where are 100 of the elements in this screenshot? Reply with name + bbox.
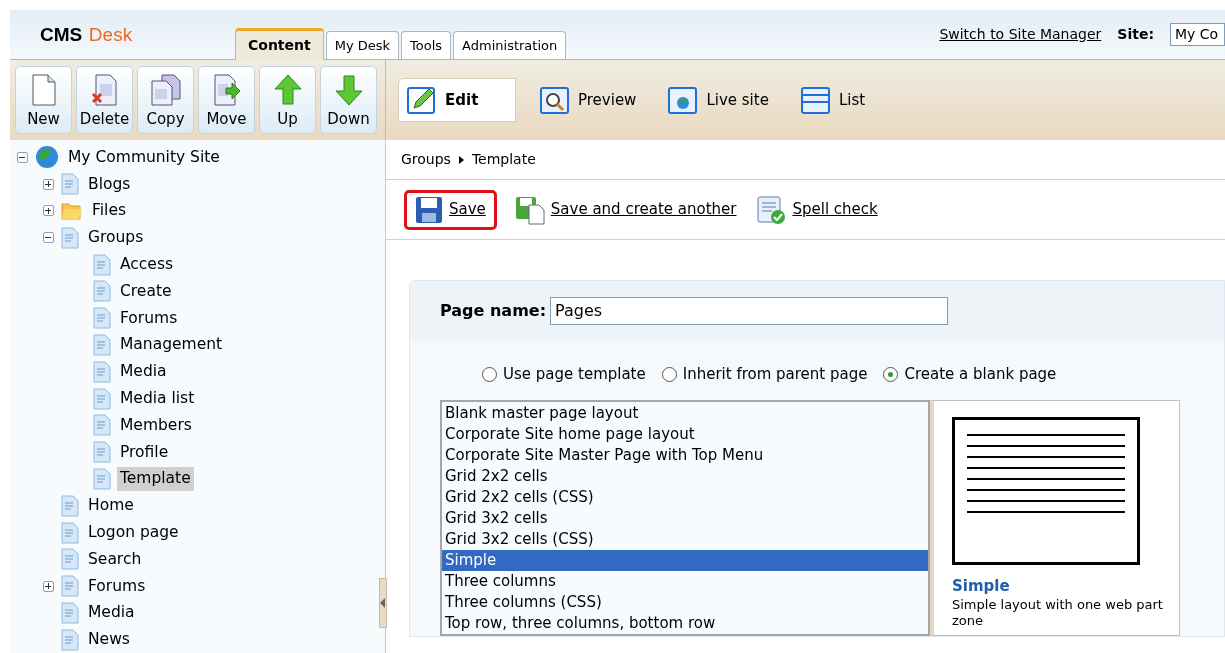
page-icon xyxy=(93,333,111,356)
layout-preview-title: Simple xyxy=(952,575,1011,597)
radio-button[interactable] xyxy=(482,366,497,382)
tree-item[interactable]: Forums xyxy=(85,574,149,598)
pencil-icon xyxy=(407,86,437,114)
page-icon xyxy=(61,575,79,598)
separator-arrow-icon xyxy=(458,155,464,164)
save-document-icon xyxy=(514,194,545,225)
layout-option[interactable]: Top row, three columns, bottom row xyxy=(442,612,928,634)
view-tab[interactable]: Preview xyxy=(532,78,645,122)
action-link[interactable]: Save xyxy=(404,189,497,230)
page-icon xyxy=(61,628,79,651)
layout-option[interactable]: Grid 2x2 cells (CSS) xyxy=(442,486,928,508)
layout-list[interactable] xyxy=(440,399,930,636)
tree-item[interactable]: Media list xyxy=(117,386,198,411)
action-link[interactable]: Save and create another xyxy=(512,194,739,225)
layout-option[interactable]: Simple xyxy=(442,549,928,571)
collapse-toggle[interactable] xyxy=(16,151,28,163)
new-page-icon xyxy=(30,73,57,106)
layout-option[interactable]: Grid 3x2 cells xyxy=(442,507,928,529)
globe-window-icon xyxy=(668,86,699,114)
toolbar-button[interactable]: Delete xyxy=(76,66,133,134)
tree-item[interactable]: Management xyxy=(117,333,226,357)
copy-pages-icon xyxy=(149,73,182,106)
tree-item[interactable]: Members xyxy=(117,413,195,437)
magnifier-icon xyxy=(540,86,570,114)
view-tab[interactable]: Live site xyxy=(660,78,777,122)
tree-item[interactable]: Groups xyxy=(85,226,147,250)
move-page-icon xyxy=(211,73,242,106)
layout-option[interactable]: Corporate Site Master Page with Top Menu xyxy=(442,444,928,466)
tree-item[interactable]: Blogs xyxy=(85,172,134,196)
delete-page-icon xyxy=(90,73,119,106)
page-icon xyxy=(61,521,79,544)
page-icon xyxy=(93,467,111,490)
spell-check-icon xyxy=(756,194,787,225)
tree-item[interactable]: Create xyxy=(117,279,175,303)
tree-item[interactable]: Home xyxy=(85,494,137,518)
view-tab[interactable]: List xyxy=(792,78,874,122)
up-arrow-icon xyxy=(272,73,303,106)
breadcrumb-item[interactable]: Groups xyxy=(401,149,451,170)
layout-option[interactable]: Three columns xyxy=(442,570,928,592)
tab[interactable]: Content xyxy=(235,28,324,60)
layout-option[interactable]: Three columns (CSS) xyxy=(442,591,928,613)
tree-item[interactable]: Profile xyxy=(117,440,172,464)
list-window-icon xyxy=(800,86,831,114)
layout-option[interactable]: Grid 3x2 cells (CSS) xyxy=(442,528,928,550)
tree-item[interactable]: Logon page xyxy=(85,520,182,545)
toolbar-button[interactable]: Up xyxy=(259,66,316,134)
toolbar-button[interactable]: New xyxy=(15,66,72,134)
site-label: Site: xyxy=(1117,25,1154,44)
tree-item[interactable]: Media xyxy=(117,360,170,384)
logo-text: CMS xyxy=(40,23,83,45)
toolbar-button[interactable]: Down xyxy=(320,66,377,134)
folder-icon xyxy=(61,201,83,221)
page-icon xyxy=(93,307,111,330)
view-tab[interactable]: Edit xyxy=(398,78,516,122)
collapse-toggle[interactable] xyxy=(42,232,54,244)
radio-label: Create a blank page xyxy=(904,364,1057,385)
layout-option[interactable]: Blank master page layout xyxy=(442,402,928,424)
tree-item[interactable]: My Community Site xyxy=(65,145,223,169)
layout-preview-description: Simple layout with one web part zone xyxy=(952,597,1164,629)
tree-item[interactable]: Search xyxy=(85,547,145,571)
tree-item[interactable]: News xyxy=(85,628,133,652)
radio-label: Use page template xyxy=(503,364,646,385)
action-link[interactable]: Spell check xyxy=(754,194,880,225)
tab[interactable]: Tools xyxy=(401,31,452,59)
page-name-label: Page name: xyxy=(440,300,547,322)
globe-icon xyxy=(35,145,59,170)
tree-item[interactable]: Forums xyxy=(117,306,181,330)
expand-toggle[interactable] xyxy=(42,205,54,217)
breadcrumb-item[interactable]: Template xyxy=(471,149,536,170)
radio-label: Inherit from parent page xyxy=(682,364,868,385)
switch-site-manager-link[interactable]: Switch to Site Manager xyxy=(939,24,1102,45)
tree-item[interactable]: Media xyxy=(85,601,138,625)
tree-item[interactable]: Files xyxy=(89,199,129,223)
page-icon xyxy=(61,173,79,196)
layout-option[interactable]: Grid 2x2 cells xyxy=(442,465,928,487)
tab[interactable]: Administration xyxy=(453,31,567,59)
toolbar-button[interactable]: Move xyxy=(198,66,255,134)
site-select[interactable]: My Co xyxy=(1170,23,1225,46)
tab[interactable]: My Desk xyxy=(325,31,400,59)
tree-item[interactable]: Access xyxy=(117,252,177,277)
layout-option[interactable]: Corporate Site home page layout xyxy=(442,423,928,445)
page-icon xyxy=(93,441,111,464)
expand-toggle[interactable] xyxy=(42,178,54,190)
page-icon xyxy=(93,414,111,437)
page-icon xyxy=(61,548,79,571)
page-icon xyxy=(93,253,111,276)
collapse-handle[interactable] xyxy=(379,578,387,628)
radio-button[interactable] xyxy=(883,366,899,382)
page-icon xyxy=(61,226,79,249)
page-icon xyxy=(61,601,79,624)
tree-item[interactable]: Template xyxy=(117,467,194,491)
toolbar-button[interactable]: Copy xyxy=(137,66,194,134)
page-name-field[interactable]: Pages xyxy=(550,297,949,325)
page-icon xyxy=(93,280,111,303)
expand-toggle[interactable] xyxy=(42,580,54,592)
page-icon xyxy=(61,494,79,517)
radio-button[interactable] xyxy=(661,366,677,382)
page-icon xyxy=(93,387,111,410)
